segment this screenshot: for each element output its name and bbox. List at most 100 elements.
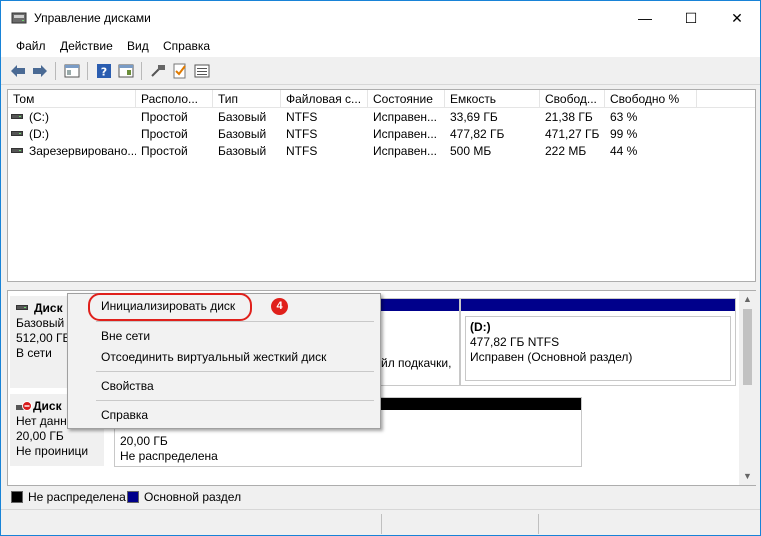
disk-management-icon <box>11 12 27 24</box>
drive-icon <box>11 131 23 137</box>
disk-1-status: Не проиници <box>16 444 89 458</box>
menu-separator <box>96 400 374 401</box>
volume-free-percent: 63 % <box>610 110 638 124</box>
volume-name: Зарезервировано... <box>29 144 136 158</box>
checklist-icon[interactable] <box>171 62 189 80</box>
close-icon: ✕ <box>731 9 743 26</box>
legend-primary-label: Основной раздел <box>144 490 242 504</box>
console-tree-icon[interactable] <box>63 62 81 80</box>
volume-row[interactable]: (D:) Простой Базовый NTFS Исправен... 47… <box>8 126 755 143</box>
volume-layout: Простой <box>141 110 188 124</box>
partition-d-size: 477,82 ГБ NTFS <box>470 335 560 349</box>
menu-separator <box>96 321 374 322</box>
volume-capacity: 477,82 ГБ <box>450 127 505 141</box>
disk-0-name: Диск <box>34 301 63 315</box>
menu-item-help[interactable]: Справка <box>101 408 148 422</box>
volume-row[interactable]: (C:) Простой Базовый NTFS Исправен... 33… <box>8 109 755 126</box>
volume-capacity: 33,69 ГБ <box>450 110 498 124</box>
disk-1-partition-status: Не распределена <box>120 449 218 463</box>
column-header-volume[interactable]: Том <box>8 90 136 108</box>
volume-free-percent: 99 % <box>610 127 638 141</box>
window-title: Управление дисками <box>34 11 151 25</box>
menu-item-offline[interactable]: Вне сети <box>101 329 150 343</box>
volume-list: Том Располо... Тип Файловая с... Состоян… <box>7 89 756 282</box>
volume-filesystem: NTFS <box>286 110 318 124</box>
volume-layout: Простой <box>141 127 188 141</box>
disk-management-window: Управление дисками — ☐ ✕ Файл Действие В… <box>0 0 761 536</box>
status-divider <box>381 514 382 534</box>
disk-offline-icon <box>16 400 32 411</box>
scrollbar-thumb[interactable] <box>743 309 752 385</box>
menu-help[interactable]: Справка <box>163 39 210 53</box>
column-header-status[interactable]: Состояние <box>368 90 445 108</box>
menu-file[interactable]: Файл <box>16 39 46 53</box>
disk-1-partition-size: 20,00 ГБ <box>120 434 168 448</box>
volume-type: Базовый <box>218 110 267 124</box>
scroll-up-icon[interactable]: ▲ <box>743 294 752 304</box>
disk-1-name: Диск <box>33 399 62 413</box>
volume-type: Базовый <box>218 144 267 158</box>
partition-d-label: (D:) <box>470 320 491 334</box>
scroll-down-icon[interactable]: ▼ <box>743 471 752 481</box>
legend-primary-swatch <box>127 491 139 503</box>
legend: Не распределена Основной раздел <box>7 488 756 506</box>
drive-icon <box>11 114 23 120</box>
volume-filesystem: NTFS <box>286 127 318 141</box>
minimize-button[interactable]: — <box>622 1 668 35</box>
back-arrow-icon[interactable] <box>9 62 27 80</box>
title-bar: Управление дисками — ☐ ✕ <box>1 1 760 35</box>
annotation-highlight <box>88 293 252 321</box>
volume-filesystem: NTFS <box>286 144 318 158</box>
volume-layout: Простой <box>141 144 188 158</box>
disk-1-size: 20,00 ГБ <box>16 429 64 443</box>
column-header-filesystem[interactable]: Файловая с... <box>281 90 368 108</box>
volume-status: Исправен... <box>373 144 438 158</box>
volume-free-space: 21,38 ГБ <box>545 110 593 124</box>
menu-action[interactable]: Действие <box>60 39 113 53</box>
drive-icon <box>11 148 23 154</box>
volume-free-percent: 44 % <box>610 144 638 158</box>
help-icon[interactable]: ? <box>95 62 113 80</box>
menu-item-properties[interactable]: Свойства <box>101 379 154 393</box>
svg-text:?: ? <box>101 66 107 79</box>
toolbar-separator <box>55 62 56 80</box>
forward-arrow-icon[interactable] <box>31 62 49 80</box>
volume-name: (D:) <box>29 127 49 141</box>
properties-icon[interactable] <box>117 62 135 80</box>
volume-status: Исправен... <box>373 110 438 124</box>
menu-bar: Файл Действие Вид Справка <box>1 35 760 57</box>
volume-free-space: 222 МБ <box>545 144 587 158</box>
step-badge: 4 <box>271 298 288 315</box>
status-bar <box>1 509 760 535</box>
connect-icon[interactable] <box>149 62 167 80</box>
toolbar-separator <box>87 62 88 80</box>
disk-map-scrollbar[interactable]: ▲ ▼ <box>739 291 756 485</box>
column-header-capacity[interactable]: Емкость <box>445 90 540 108</box>
status-divider <box>538 514 539 534</box>
close-button[interactable]: ✕ <box>714 1 760 35</box>
volume-free-space: 471,27 ГБ <box>545 127 600 141</box>
list-view-icon[interactable] <box>193 62 211 80</box>
volume-list-header: Том Располо... Тип Файловая с... Состоян… <box>8 90 755 108</box>
partition-status-fragment: йл подкачки, <box>381 356 452 370</box>
volume-type: Базовый <box>218 127 267 141</box>
toolbar-separator <box>141 62 142 80</box>
minimize-icon: — <box>638 10 652 26</box>
menu-view[interactable]: Вид <box>127 39 149 53</box>
legend-unallocated-label: Не распределена <box>28 490 126 504</box>
partition-d-inner: (D:) 477,82 ГБ NTFS Исправен (Основной р… <box>465 316 731 381</box>
menu-item-detach-vhd[interactable]: Отсоединить виртуальный жесткий диск <box>101 350 326 364</box>
drive-icon <box>16 305 28 311</box>
toolbar: ? <box>1 57 760 85</box>
volume-row[interactable]: Зарезервировано... Простой Базовый NTFS … <box>8 143 755 160</box>
column-header-type[interactable]: Тип <box>213 90 281 108</box>
legend-unallocated-swatch <box>11 491 23 503</box>
maximize-button[interactable]: ☐ <box>668 1 714 35</box>
column-header-layout[interactable]: Располо... <box>136 90 213 108</box>
primary-partition-strip <box>461 299 735 311</box>
disk-0-partition-d[interactable]: (D:) 477,82 ГБ NTFS Исправен (Основной р… <box>460 298 736 386</box>
column-header-free-percent[interactable]: Свободно % <box>605 90 697 108</box>
volume-name: (C:) <box>29 110 49 124</box>
column-header-free-space[interactable]: Свобод... <box>540 90 605 108</box>
maximize-icon: ☐ <box>684 9 698 26</box>
